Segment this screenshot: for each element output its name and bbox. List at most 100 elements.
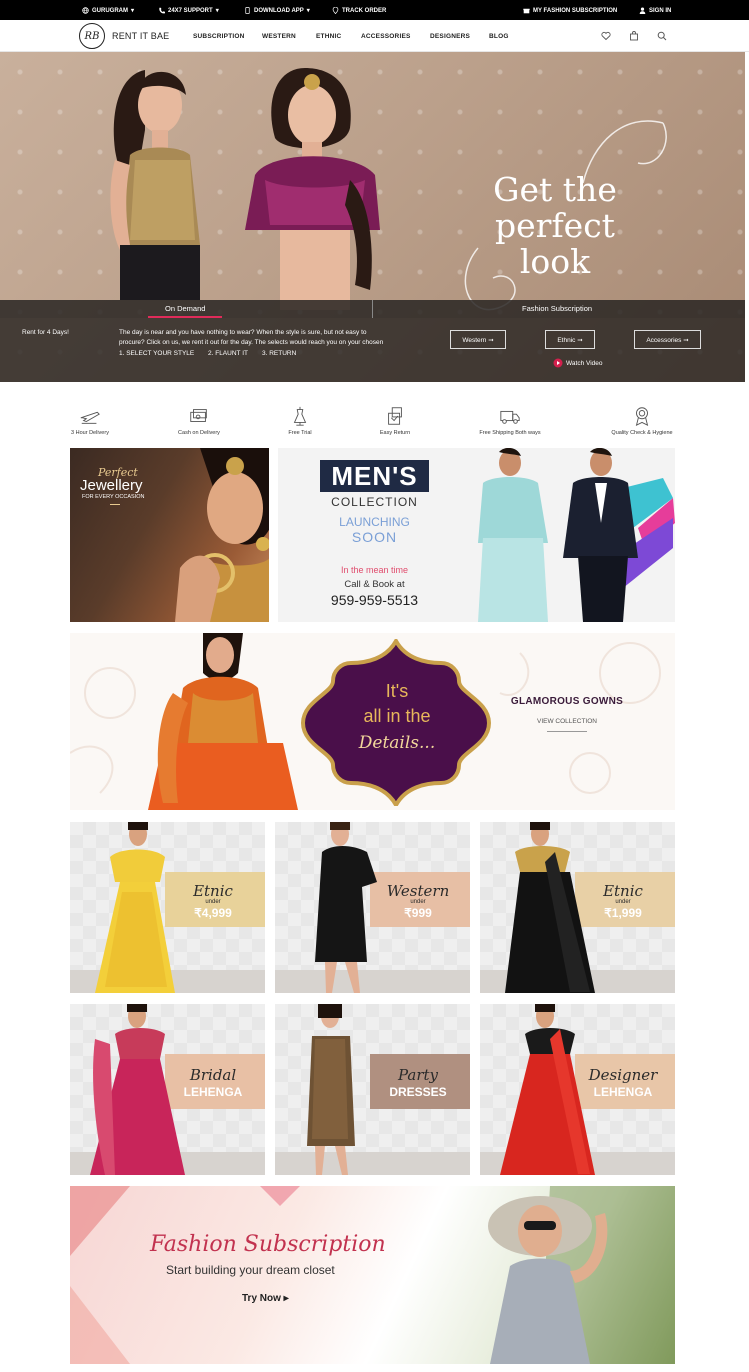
details-banner[interactable]: It's all in the Details... GLAMOROUS GOW… [70,633,675,810]
chevron-down-icon: ▾ [215,8,219,14]
nav-ethnic[interactable]: ETHNIC [316,33,341,40]
download-label: DOWNLOAD APP [254,7,304,14]
feature-label: Quality Check & Hygiene [611,430,673,436]
hero-headline: Get the perfect look [455,172,655,280]
tile-price: ₹999 [404,906,432,920]
tile-subtitle: DRESSES [389,1085,447,1099]
feature-label: Easy Return [379,430,411,436]
view-collection-underline [547,731,587,732]
support-menu[interactable]: 24X7 SUPPORT ▾ [158,7,219,14]
tile-title: Bridal [189,1066,237,1084]
feature-quality-check: Quality Check & Hygiene [597,405,687,436]
details-its: It's [385,681,409,701]
ethnic-button[interactable]: Ethnic ➞ [545,330,595,349]
nav-western[interactable]: WESTERN [262,33,296,40]
feature-free-trial: Free Trial [255,405,345,436]
category-tile-bridal-lehenga[interactable]: Bridal LEHENGA [70,1004,265,1175]
main-header: RB RENT IT BAE SUBSCRIPTION WESTERN ETHN… [0,20,749,52]
feature-free-shipping: Free Shipping Both ways [465,405,555,436]
mens-collection-banner[interactable]: MEN'S COLLECTION LAUNCHING SOON In the m… [278,448,675,622]
try-now-button[interactable]: Try Now ▸ [242,1293,289,1304]
brand-logo[interactable]: RB [79,23,105,49]
tab-fashion-subscription[interactable]: Fashion Subscription [522,304,592,313]
tile-under: under [205,899,221,905]
feature-label: 3 Hour Delivery [71,430,109,436]
phone-number[interactable]: 959-959-5513 [316,592,433,608]
jewellery-title-block: Perfect Jewellery FOR EVERY OCCASION [80,466,144,505]
party-dress-model-image [307,1004,355,1175]
quality-badge-icon [635,407,649,427]
tab-on-demand[interactable]: On Demand [165,304,205,313]
cash-icon [190,409,207,422]
rent-days-label: Rent for 4 Days! [22,329,69,336]
category-tile-western-999[interactable]: Western under ₹999 [275,822,470,993]
logo-mark: RB [84,30,100,42]
brand-name[interactable]: RENT IT BAE [112,31,169,41]
soon-label: SOON [351,529,398,545]
feature-easy-return: Easy Return [350,405,440,436]
subscription-label: MY FASHION SUBSCRIPTION [533,7,618,14]
category-tile-party-dresses[interactable]: Party DRESSES [275,1004,470,1175]
fashion-subscription-banner[interactable]: Fashion Subscription Start building your… [70,1186,675,1364]
jewellery-banner[interactable]: Perfect Jewellery FOR EVERY OCCASION [70,448,269,622]
download-app-menu[interactable]: DOWNLOAD APP ▾ [244,7,310,14]
location-pin-icon [332,7,339,14]
track-label: TRACK ORDER [342,7,387,14]
meantime-label: In the mean time [340,565,409,575]
fashion-subscription-link[interactable]: MY FASHION SUBSCRIPTION [523,7,617,14]
watch-video-link[interactable]: Watch Video [553,358,603,368]
subscription-title: Fashion Subscription [150,1232,386,1257]
shopping-bag-icon[interactable] [629,31,639,41]
on-demand-panel: Rent for 4 Days! The day is near and you… [0,318,745,382]
tile-price: ₹1,999 [604,906,642,920]
truck-icon [500,410,520,424]
glamorous-gowns-title: GLAMOROUS GOWNS [510,696,624,707]
tile-title: Designer [588,1066,658,1084]
hero-description-line2: procure? Click on us, we rent it out for… [119,339,384,346]
view-collection-link[interactable]: VIEW COLLECTION [502,718,632,725]
details-all-in-the: all in the [363,706,431,726]
mens-collection-label: COLLECTION [331,495,418,509]
tile-title: Etnic [193,882,233,900]
location-selector[interactable]: GURUGRAM ▾ [82,7,134,14]
tile-under: under [615,899,631,905]
search-icon[interactable] [657,31,667,41]
location-label: GURUGRAM [92,7,128,14]
western-button[interactable]: Western ➞ [450,330,506,349]
jewellery-model-image [175,448,269,622]
accessories-button[interactable]: Accessories ➞ [634,330,701,349]
western-model-image [315,822,377,993]
phone-icon [159,7,165,14]
nav-subscription[interactable]: SUBSCRIPTION [193,33,245,40]
hero-tabs: On Demand Fashion Subscription [0,300,745,318]
feature-3-hour-delivery: 3 Hour Delivery [45,405,135,436]
support-label: 24X7 SUPPORT [168,7,213,14]
hero-model-purple-blouse [245,68,380,310]
return-box-icon [388,407,402,425]
heart-icon[interactable] [601,31,611,41]
subscription-subtitle: Start building your dream closet [166,1263,335,1277]
hero-headline-line2: perfect look [495,206,615,281]
category-tile-ethnic-1999[interactable]: Etnic under ₹1,999 [480,822,675,993]
nav-accessories[interactable]: ACCESSORIES [361,33,411,40]
chevron-down-icon: ▾ [306,8,310,14]
tile-subtitle: LEHENGA [183,1085,243,1099]
category-tile-ethnic-4999[interactable]: Etnic under ₹4,999 [70,822,265,993]
subscription-model-image [488,1196,608,1364]
track-order-link[interactable]: TRACK ORDER [332,7,386,14]
details-script: Details... [358,733,436,753]
chevron-down-icon: ▾ [131,8,135,14]
category-tile-designer-lehenga[interactable]: Designer LEHENGA [480,1004,675,1175]
hero-banner[interactable]: Get the perfect look On Demand Fashion S… [0,52,745,382]
launching-label: LAUNCHING [339,515,410,529]
utility-bar: GURUGRAM ▾ 24X7 SUPPORT ▾ DOWNLOAD APP ▾ TR… [0,0,749,20]
mens-models-image [478,448,675,622]
nav-blog[interactable]: BLOG [489,33,509,40]
feature-label: Free Shipping Both ways [479,430,541,436]
gown-model-image [148,633,298,810]
sign-in-link[interactable]: SIGN IN [639,7,671,14]
feature-label: Free Trial [288,430,312,436]
nav-designers[interactable]: DESIGNERS [430,33,470,40]
user-icon [639,7,646,14]
signin-label: SIGN IN [649,7,672,14]
